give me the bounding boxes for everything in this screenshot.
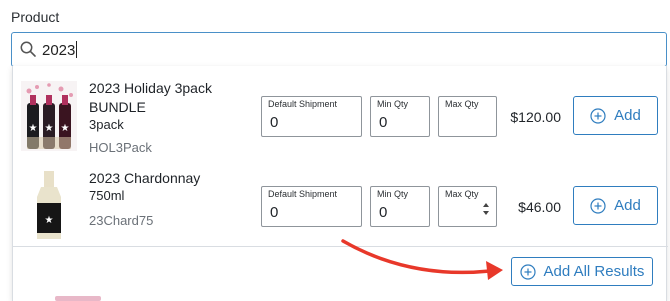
max-qty-label: Max Qty [445,99,479,109]
result-row: ★ 2023 Chardonnay 750ml 23Chard75 Defaul… [13,163,668,249]
product-search-box[interactable]: 2023 [11,32,667,67]
svg-text:★: ★ [29,123,38,134]
default-shipment-field[interactable]: Default Shipment 0 [261,96,362,137]
partial-item-peek [55,296,101,301]
product-field-label: Product [11,9,60,25]
min-qty-value[interactable]: 0 [379,114,387,131]
add-all-results-label: Add All Results [543,263,645,280]
default-shipment-label: Default Shipment [268,189,338,199]
plus-circle-icon [590,107,606,124]
svg-text:★: ★ [45,215,54,226]
add-button[interactable]: Add [573,96,658,135]
search-icon [20,41,36,57]
product-name: 2023 Holiday 3pack BUNDLE [89,80,212,115]
product-name: 2023 Chardonnay [89,170,201,186]
product-variant: 750ml [89,188,125,203]
divider [13,246,668,247]
add-button-label: Add [614,107,641,124]
plus-circle-icon [590,197,606,214]
default-shipment-label: Default Shipment [268,99,338,109]
min-qty-field[interactable]: Min Qty 0 [370,96,430,137]
add-button-label: Add [614,197,641,214]
default-shipment-value[interactable]: 0 [270,204,278,221]
product-sku: HOL3Pack [89,140,152,155]
search-results-dropdown: ★ ★ ★ 2023 Holiday 3pack BUNDLE 3pack HO… [12,66,668,301]
product-thumbnail-bundle: ★ ★ ★ [21,81,77,151]
max-qty-label: Max Qty [445,189,479,199]
min-qty-field[interactable]: Min Qty 0 [370,186,430,227]
text-caret [76,41,78,58]
max-qty-field[interactable]: Max Qty [438,96,497,137]
product-thumbnail-chardonnay: ★ [21,171,77,241]
plus-circle-icon [519,263,536,280]
search-input-value: 2023 [42,42,76,59]
result-row: ★ ★ ★ 2023 Holiday 3pack BUNDLE 3pack HO… [13,73,668,159]
default-shipment-value[interactable]: 0 [270,114,278,131]
product-price: $46.00 [518,199,561,215]
quantity-stepper-icon[interactable] [482,201,490,217]
product-price: $120.00 [510,109,561,125]
product-variant: 3pack [89,117,124,132]
default-shipment-field[interactable]: Default Shipment 0 [261,186,362,227]
max-qty-field[interactable]: Max Qty [438,186,497,227]
svg-text:★: ★ [61,123,70,134]
add-all-results-button[interactable]: Add All Results [511,257,653,286]
min-qty-value[interactable]: 0 [379,204,387,221]
min-qty-label: Min Qty [377,189,409,199]
svg-text:★: ★ [45,123,54,134]
add-button[interactable]: Add [573,186,658,225]
search-input[interactable]: 2023 [42,41,78,59]
product-sku: 23Chard75 [89,213,154,228]
min-qty-label: Min Qty [377,99,409,109]
